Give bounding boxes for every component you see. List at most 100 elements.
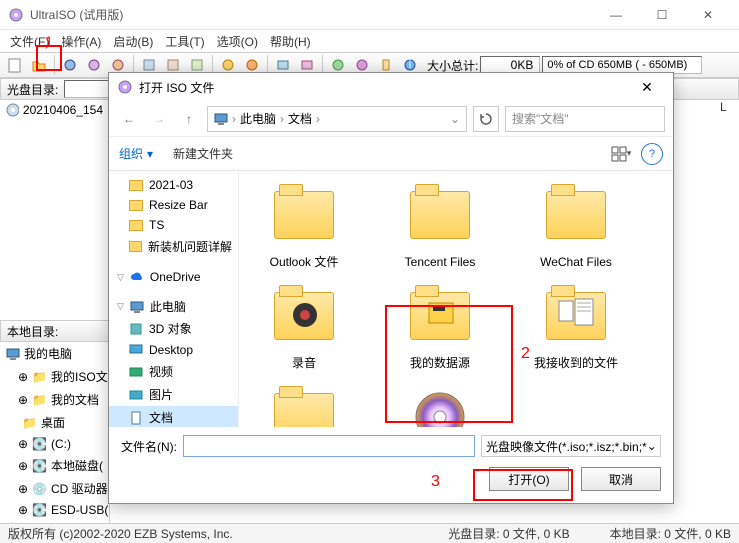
local-item[interactable]: ⊕💽(C:)	[0, 434, 109, 454]
filetype-dropdown[interactable]: 光盘映像文件(*.iso;*.isz;*.bin;*⌄	[481, 435, 661, 457]
side-thispc[interactable]: ▽此电脑	[109, 294, 238, 317]
file-item[interactable]: 自定义 Office 模板	[249, 381, 359, 427]
folder-icon	[274, 393, 334, 427]
folder-icon	[546, 191, 606, 239]
file-item[interactable]: Tencent Files	[385, 179, 495, 270]
local-item[interactable]: ⊕💿CD 驱动器	[0, 477, 109, 500]
folder-icon	[129, 241, 142, 252]
local-item[interactable]: ⊕📁我的ISO文	[0, 365, 109, 388]
menu-tools[interactable]: 工具(T)	[159, 31, 210, 52]
folder-icon	[129, 220, 143, 231]
file-item[interactable]: 我的数据源	[385, 280, 495, 371]
local-item[interactable]: ⊕📁我的文档	[0, 388, 109, 411]
local-item[interactable]: ⊕💽ESD-USB(	[0, 500, 109, 520]
file-item[interactable]: WeChat Files	[521, 179, 631, 270]
filename-label: 文件名(N):	[121, 438, 177, 455]
file-item-iso[interactable]: Windows.iso	[385, 381, 495, 427]
refresh-icon	[479, 112, 493, 126]
dialog-nav: ← → ↑ › 此电脑 › 文档 › ⌄ 搜索"文档"	[109, 101, 673, 137]
side-pc-item[interactable]: 图片	[109, 383, 238, 406]
dialog-sidebar: 2021-03 Resize Bar TS 新装机问题详解 ▽OneDrive …	[109, 171, 239, 427]
dialog-close-button[interactable]: ✕	[629, 79, 665, 96]
menu-options[interactable]: 选项(O)	[211, 31, 264, 52]
folder-icon	[274, 292, 334, 340]
drive-icon: 💽	[32, 437, 47, 451]
local-item[interactable]: 📁桌面	[0, 411, 109, 434]
folder-icon	[410, 292, 470, 340]
dialog-title: 打开 ISO 文件	[139, 79, 629, 96]
nav-back-button[interactable]: ←	[117, 107, 141, 131]
image-tree-item[interactable]: 20210406_154	[0, 100, 109, 120]
refresh-button[interactable]	[473, 106, 499, 132]
side-pc-item[interactable]: Desktop	[109, 340, 238, 360]
crumb-dropdown-icon[interactable]: ⌄	[450, 112, 460, 126]
local-pane-header: 本地目录:	[0, 320, 110, 342]
side-folder[interactable]: 2021-03	[109, 175, 238, 195]
menu-actions[interactable]: 操作(A)	[55, 31, 107, 52]
copyright: 版权所有 (c)2002-2020 EZB Systems, Inc.	[8, 525, 233, 542]
usb-icon: 💽	[32, 503, 47, 517]
side-pc-item[interactable]: 视频	[109, 360, 238, 383]
folder-icon	[546, 292, 606, 340]
side-onedrive[interactable]: ▽OneDrive	[109, 266, 238, 286]
side-folder[interactable]: 新装机问题详解	[109, 235, 238, 258]
menubar: 文件(F) 操作(A) 启动(B) 工具(T) 选项(O) 帮助(H)	[0, 30, 739, 52]
crumb-pc[interactable]: 此电脑	[240, 110, 276, 127]
search-input[interactable]: 搜索"文档"	[505, 106, 665, 132]
new-button[interactable]	[4, 54, 26, 76]
local-root-label: 我的电脑	[24, 345, 72, 362]
open-button[interactable]: 打开(O)	[489, 467, 569, 491]
view-mode-button[interactable]: ▾	[609, 142, 633, 166]
drive-icon: 💽	[32, 459, 47, 473]
pc-icon	[6, 347, 20, 361]
cancel-button[interactable]: 取消	[581, 467, 661, 491]
folder-icon	[410, 191, 470, 239]
folder-icon: 📁	[32, 370, 47, 384]
file-item[interactable]: 我接收到的文件	[521, 280, 631, 371]
menu-help[interactable]: 帮助(H)	[264, 31, 317, 52]
chevron-down-icon: ▾	[147, 147, 153, 161]
crumb-docs[interactable]: 文档	[288, 110, 312, 127]
tb-3[interactable]	[59, 54, 81, 76]
dialog-titlebar: 打开 ISO 文件 ✕	[109, 73, 673, 101]
main-title: UltraISO (试用版)	[30, 6, 593, 23]
close-button[interactable]: ✕	[685, 0, 731, 30]
breadcrumb[interactable]: › 此电脑 › 文档 › ⌄	[207, 106, 467, 132]
side-folder[interactable]: Resize Bar	[109, 195, 238, 215]
organize-button[interactable]: 组织 ▾	[119, 145, 153, 162]
documents-icon	[129, 411, 143, 425]
cd-icon: 💿	[32, 482, 47, 496]
file-item[interactable]: Outlook 文件	[249, 179, 359, 270]
minimize-button[interactable]: —	[593, 0, 639, 30]
file-list[interactable]: Outlook 文件 Tencent Files WeChat Files 录音…	[239, 171, 673, 427]
image-dir-label: 光盘目录:	[7, 81, 58, 98]
local-dir-label: 本地目录:	[7, 323, 58, 340]
tb-4[interactable]	[83, 54, 105, 76]
folder-icon: 📁	[22, 416, 37, 430]
nav-forward-button[interactable]: →	[147, 107, 171, 131]
cloud-icon	[130, 270, 144, 284]
local-root[interactable]: 我的电脑	[0, 342, 109, 365]
side-folder[interactable]: TS	[109, 215, 238, 235]
nav-up-button[interactable]: ↑	[177, 107, 201, 131]
help-button[interactable]: ?	[641, 143, 663, 165]
menu-boot[interactable]: 启动(B)	[107, 31, 159, 52]
filename-input[interactable]	[183, 435, 475, 457]
disc-icon	[6, 103, 19, 117]
open-button[interactable]	[28, 54, 50, 76]
svg-text:i: i	[409, 58, 412, 71]
right-column-letter: L	[720, 100, 727, 114]
folder-icon	[274, 191, 334, 239]
image-tree: 20210406_154	[0, 100, 110, 300]
status-local-dir: 本地目录: 0 文件, 0 KB	[610, 525, 731, 542]
open-file-dialog: 打开 ISO 文件 ✕ ← → ↑ › 此电脑 › 文档 › ⌄ 搜索"文档" …	[108, 72, 674, 504]
size-label: 大小总计:	[427, 57, 478, 74]
maximize-button[interactable]: ☐	[639, 0, 685, 30]
side-pc-item-documents[interactable]: 文档	[109, 406, 238, 427]
folder-icon: 📁	[32, 393, 47, 407]
file-item[interactable]: 录音	[249, 280, 359, 371]
new-folder-button[interactable]: 新建文件夹	[173, 145, 233, 162]
side-pc-item[interactable]: 3D 对象	[109, 317, 238, 340]
local-item[interactable]: ⊕💽本地磁盘(	[0, 454, 109, 477]
image-tree-label: 20210406_154	[23, 103, 103, 117]
